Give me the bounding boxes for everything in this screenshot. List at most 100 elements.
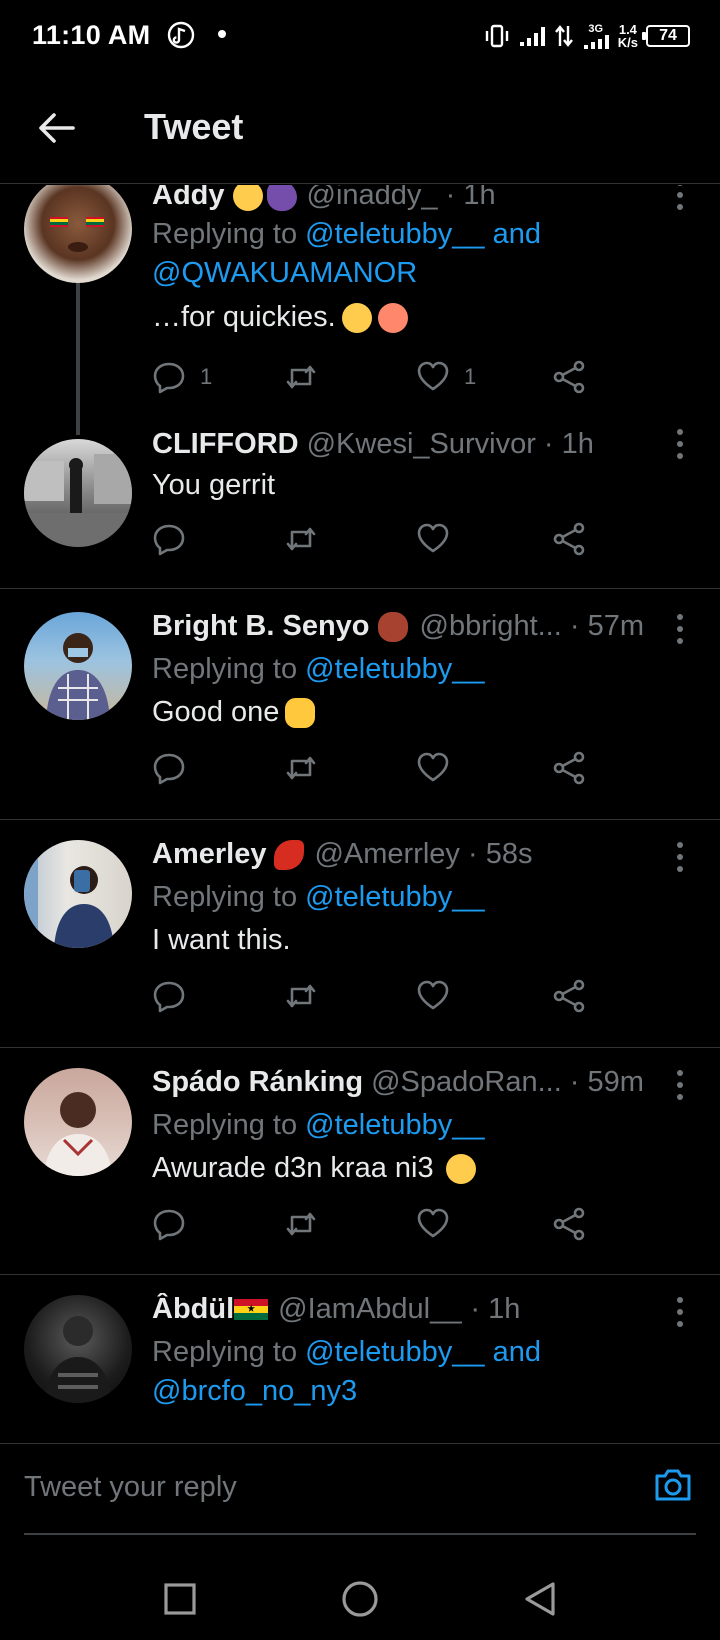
display-name[interactable]: Bright B. Senyo [152,610,370,643]
reply-feed[interactable]: Addy @inaddy_ · 1h Replying to @teletubb… [0,185,720,1443]
display-name[interactable]: Amerley [152,838,266,871]
home-button[interactable] [335,1574,385,1624]
tweet-text: You gerrit [152,469,680,502]
avatar[interactable] [24,1068,132,1176]
share-button[interactable] [552,748,586,788]
user-handle[interactable]: @SpadoRan... [371,1066,562,1099]
arrow-left-icon [39,113,75,143]
more-options-button[interactable] [674,614,686,644]
share-button[interactable] [552,1204,586,1244]
like-button[interactable]: 1 [416,357,476,397]
mention-link[interactable]: @teletubby__ and [305,218,541,250]
mention-link[interactable]: @brcfo_no_ny3 [152,1375,357,1407]
dot-separator: · [535,428,562,460]
share-button[interactable] [552,976,586,1016]
tweet-item[interactable]: Bright B. Senyo @bbright... · 57m Replyi… [0,602,720,820]
user-handle[interactable]: @IamAbdul__ [278,1293,462,1326]
heart-icon [417,752,449,782]
display-name[interactable]: CLIFFORD [152,428,299,461]
avatar[interactable] [24,185,132,283]
reply-button[interactable] [152,976,186,1016]
heart-icon [417,980,449,1010]
share-icon [553,522,585,556]
thread-line [76,283,80,435]
retweet-icon [286,365,316,389]
user-handle[interactable]: @inaddy_ [307,185,438,212]
retweet-button[interactable] [284,357,318,397]
heart-icon [417,1208,449,1238]
page-title: Tweet [144,106,244,147]
tweet-item[interactable]: CLIFFORD @Kwesi_Survivor · 1h You gerrit [0,423,720,589]
reply-input[interactable] [24,1462,614,1512]
like-button[interactable] [416,1204,450,1244]
recents-button[interactable] [155,1574,205,1624]
share-button[interactable] [552,357,586,397]
more-options-button[interactable] [674,1070,686,1100]
yum-emoji-icon [232,185,263,211]
ghana-flag-icon [234,1298,269,1321]
tweet-time: 1h [463,185,496,211]
replying-to-label: Replying to [152,1336,306,1368]
reply-button[interactable] [152,748,186,788]
mention-link[interactable]: @teletubby__ [305,1109,484,1141]
retweet-button[interactable] [284,748,318,788]
reply-count: 1 [200,364,213,389]
replying-to-label: Replying to [152,653,306,685]
reply-button[interactable] [152,519,186,559]
like-button[interactable] [416,519,450,559]
more-options-button[interactable] [674,1297,686,1327]
share-icon [553,979,585,1013]
like-count: 1 [464,364,477,389]
user-handle[interactable]: @bbright... [420,610,562,643]
status-indicators: 3G 1.4 K/s 74 [484,18,690,54]
tweet-time: 58s [485,838,533,870]
mention-link[interactable]: @QWAKUAMANOR [152,257,417,289]
retweet-button[interactable] [284,519,318,559]
retweet-button[interactable] [284,1204,318,1244]
avatar[interactable] [24,840,132,948]
dot-separator: · [459,838,486,870]
display-name[interactable]: Âbdül [152,1293,234,1326]
avatar[interactable] [24,612,132,720]
share-button[interactable] [552,519,586,559]
user-handle[interactable]: @Amerrley [314,838,459,871]
back-button[interactable] [30,102,82,154]
tweet-header: Âbdül @IamAbdul__ · 1h [152,1293,650,1326]
display-name[interactable]: Spádo Ránking [152,1066,363,1099]
peach-emoji-icon [377,302,408,333]
mention-link[interactable]: @teletubby__ [305,653,484,685]
more-options-button[interactable] [674,429,686,459]
dot-separator: · [561,610,588,642]
more-options-button[interactable] [674,842,686,872]
tweet-item[interactable]: Âbdül @IamAbdul__ · 1h Replying to @tele… [0,1285,720,1443]
avatar[interactable] [24,439,132,547]
signal-icon [519,27,545,46]
system-back-button[interactable] [515,1574,565,1624]
reply-icon [153,524,185,556]
reply-button[interactable] [152,1204,186,1244]
retweet-button[interactable] [284,976,318,1016]
tweet-time: 57m [587,610,644,642]
tweet-item[interactable]: Spádo Ránking @SpadoRan... · 59m Replyin… [0,1058,720,1275]
reply-button[interactable]: 1 [152,357,212,397]
tweet-header: Amerley @Amerrley · 58s [152,838,650,871]
tweet-text-content: Good one [152,696,280,728]
tears-of-joy-emoji-icon [445,1153,476,1184]
mention-link[interactable]: @teletubby__ [305,881,484,913]
avatar[interactable] [24,1295,132,1403]
battery-icon: 74 [642,25,690,47]
tweet-item[interactable]: Addy @inaddy_ · 1h Replying to @teletubb… [0,185,720,435]
like-button[interactable] [416,748,450,788]
user-handle[interactable]: @Kwesi_Survivor [307,428,536,461]
more-options-button[interactable] [674,185,686,210]
vibrate-icon [485,24,508,48]
mention-link[interactable]: @teletubby__ and [305,1336,541,1368]
music-note-icon [167,21,195,49]
data-transfer-icon [554,25,573,47]
replying-to: Replying to @teletubby__ [152,650,660,689]
dot-separator: · [462,1293,489,1325]
display-name[interactable]: Addy [152,185,225,212]
camera-button[interactable] [652,1464,694,1506]
like-button[interactable] [416,976,450,1016]
tweet-item[interactable]: Amerley @Amerrley · 58s Replying to @tel… [0,830,720,1048]
